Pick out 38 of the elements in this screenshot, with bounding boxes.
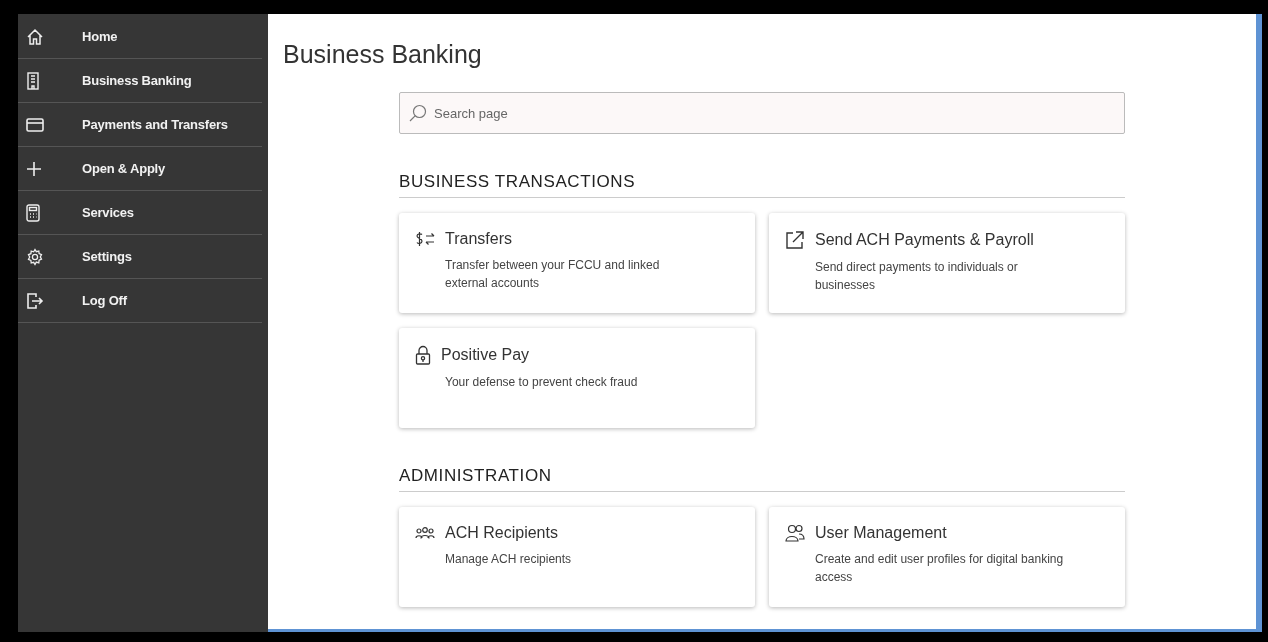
feature-card[interactable]: Transfers Transfer between your FCCU and linked external accounts [399,213,755,313]
card-description: Your defense to prevent check fraud [445,374,639,391]
lock-icon [415,345,431,365]
feature-card[interactable]: Positive Pay Your defense to prevent check fraud [399,328,755,428]
search-field[interactable]: Search page [399,92,1125,134]
nav-item[interactable]: Services [18,191,262,235]
nav-item[interactable]: Business Banking [18,59,262,103]
calculator-icon [26,203,40,222]
feature-card[interactable]: Send ACH Payments & Payroll Send direct payments to individuals or businesses [769,213,1125,313]
section-heading: BUSINESS TRANSACTIONS [399,172,1125,198]
nav-item[interactable]: Home [18,15,262,59]
card-description: Transfer between your FCCU and linked external accounts [445,257,661,292]
nav-item[interactable]: Payments and Transfers [18,103,262,147]
section-heading: ADMINISTRATION [399,466,1125,492]
building-icon [26,71,40,90]
card-description: Send direct payments to individuals or businesses [815,259,1019,294]
home-icon [26,27,44,46]
card-title: ACH Recipients [445,524,558,542]
card-title: User Management [815,524,947,542]
nav-item[interactable]: Open & Apply [18,147,262,191]
nav-item[interactable]: Log Off [18,279,262,323]
page-title: Business Banking [283,40,483,69]
feature-card[interactable]: User Management Create and edit user profiles for digital banking access [769,507,1125,607]
dollar-arrows-icon [415,231,435,247]
gear-icon [26,247,44,266]
card-title: Positive Pay [441,346,530,364]
card-title: Send ACH Payments & Payroll [815,231,1034,249]
feature-card[interactable]: ACH Recipients Manage ACH recipients [399,507,755,607]
card-description: Create and edit user profiles for digital banking access [815,551,1065,586]
nav-item[interactable]: Settings [18,235,262,279]
card-description: Manage ACH recipients [445,551,573,568]
plus-icon [26,160,42,177]
card-icon [26,117,44,132]
users-icon [785,524,805,542]
card-title: Transfers [445,230,512,248]
people-group-icon [415,526,435,540]
external-link-icon [785,230,805,250]
logout-icon [26,291,44,310]
